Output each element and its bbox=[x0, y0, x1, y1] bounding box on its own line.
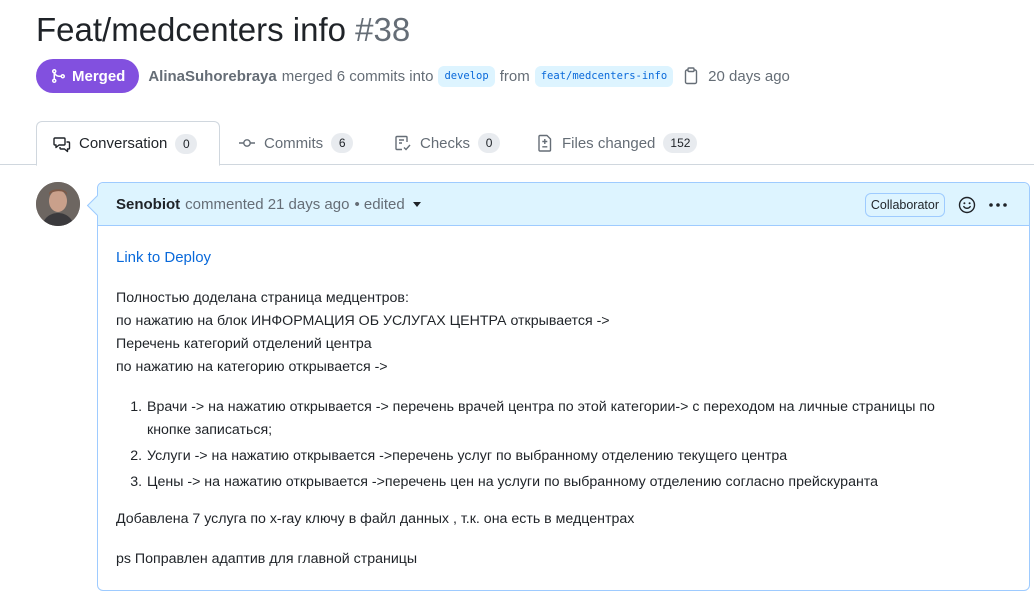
author-link[interactable]: AlinaSuhorebraya bbox=[148, 68, 276, 85]
pr-tabs: Conversation 0 Commits 6 Checks 0 Files … bbox=[0, 121, 1034, 166]
paragraph-line: Перечень категорий отделений центра bbox=[116, 336, 372, 352]
ordered-list: Врачи -> на нажатию открывается -> переч… bbox=[146, 396, 1011, 494]
list-item-text: Цены -> на нажатию открывается ->перечен… bbox=[147, 474, 879, 490]
tab-files-changed[interactable]: Files changed 152 bbox=[536, 121, 698, 165]
comment-header: Senobiot commented 21 days ago • edited … bbox=[98, 183, 1029, 226]
tab-counter: 0 bbox=[478, 133, 501, 153]
ps-paragraph: ps Поправлен адаптив для главной страниц… bbox=[116, 551, 418, 567]
tab-label: Commits bbox=[264, 134, 324, 152]
from-text: from bbox=[499, 67, 530, 85]
avatar[interactable] bbox=[36, 182, 80, 226]
git-merge-icon bbox=[52, 69, 66, 83]
paragraph-line: Полностью доделана страница медцентров: bbox=[116, 290, 409, 306]
file-diff-icon bbox=[538, 134, 552, 152]
merged-time: 20 days ago bbox=[708, 67, 790, 85]
pr-number: #38 bbox=[355, 11, 411, 48]
head-branch[interactable]: feat/medcenters-info bbox=[534, 65, 674, 87]
comment-action[interactable]: commented 21 days ago bbox=[185, 196, 349, 213]
list-item: Цены -> на нажатию открывается ->перечен… bbox=[146, 471, 1011, 494]
tab-conversation[interactable]: Conversation 0 bbox=[36, 121, 220, 166]
tab-counter: 6 bbox=[331, 133, 354, 153]
merged-state-badge: Merged bbox=[36, 59, 140, 93]
tab-label: Checks bbox=[420, 134, 471, 152]
tab-counter: 152 bbox=[663, 133, 698, 153]
comment-discussion-icon bbox=[53, 136, 71, 152]
copy-icon[interactable] bbox=[683, 67, 699, 85]
tab-counter: 0 bbox=[175, 133, 198, 154]
comment-body: Link to Deploy Полностью доделана страни… bbox=[98, 226, 1029, 571]
deploy-link[interactable]: Link to Deploy bbox=[116, 249, 211, 266]
description-paragraph: Полностью доделана страница медцентров: … bbox=[116, 287, 1011, 379]
list-item-text: Услуги -> на нажатию открывается ->переч… bbox=[147, 448, 788, 464]
smiley-icon[interactable] bbox=[957, 195, 977, 215]
list-item: Услуги -> на нажатию открывается ->переч… bbox=[146, 445, 1011, 468]
tab-checks[interactable]: Checks 0 bbox=[394, 121, 501, 165]
note-paragraph: Добавлена 7 услуга по x-ray ключу в файл… bbox=[116, 511, 635, 527]
paragraph-line: по нажатию на категорию открывается -> bbox=[116, 359, 388, 375]
comment-author[interactable]: Senobiot bbox=[116, 196, 180, 213]
merged-text: merged 6 commits into bbox=[281, 67, 434, 85]
kebab-horizontal-icon[interactable] bbox=[987, 195, 1009, 215]
comment-box: Senobiot commented 21 days ago • edited … bbox=[97, 182, 1030, 591]
tab-label: Conversation bbox=[79, 135, 168, 152]
edited-dropdown[interactable]: • edited bbox=[354, 196, 404, 213]
paragraph-line: по нажатию на блок ИНФОРМАЦИЯ ОБ УСЛУГАХ… bbox=[116, 313, 610, 329]
tab-commits[interactable]: Commits 6 bbox=[238, 121, 354, 165]
base-branch[interactable]: develop bbox=[438, 65, 495, 87]
list-item: Врачи -> на нажатию открывается -> переч… bbox=[146, 396, 1011, 442]
git-commit-icon bbox=[239, 139, 255, 147]
chevron-down-icon[interactable] bbox=[412, 201, 421, 207]
collaborator-badge: Collaborator bbox=[864, 193, 945, 217]
page-title: Feat/medcenters info #38 bbox=[36, 8, 410, 52]
user-avatar-image bbox=[36, 182, 80, 226]
state-label: Merged bbox=[72, 67, 126, 85]
pr-meta: Merged AlinaSuhorebraya merged 6 commits… bbox=[36, 59, 790, 93]
pull-request-page: Feat/medcenters info #38 Merged AlinaSuh… bbox=[0, 0, 1034, 602]
list-item-text: Врачи -> на нажатию открывается -> переч… bbox=[147, 399, 935, 415]
pr-title: Feat/medcenters info bbox=[36, 11, 346, 48]
list-item-text-cont: кнопке записаться; bbox=[147, 422, 273, 438]
checklist-icon bbox=[395, 135, 411, 151]
tab-label: Files changed bbox=[562, 134, 656, 152]
